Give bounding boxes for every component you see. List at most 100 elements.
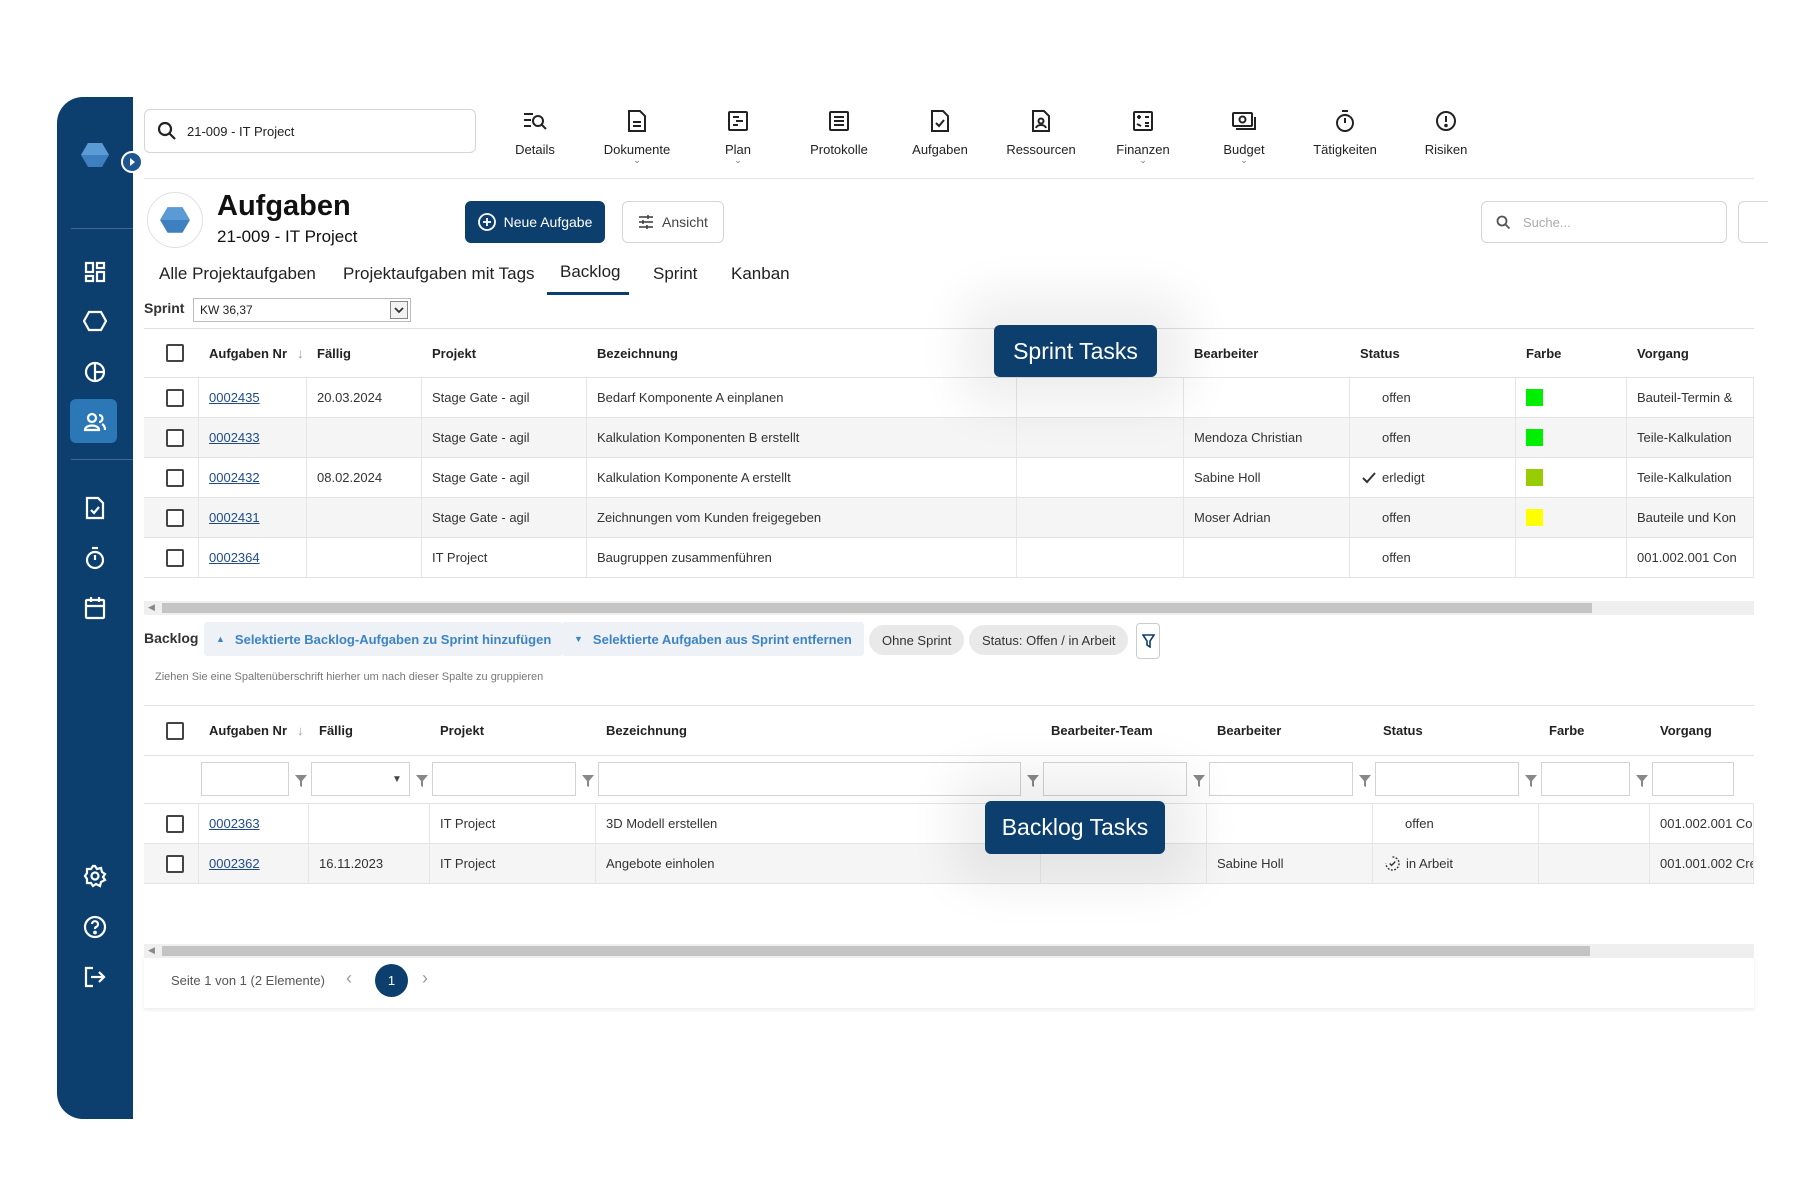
table-row[interactable]: 0002435 20.03.2024 Stage Gate - agil Bedarf…: [144, 378, 1754, 418]
task-number-link[interactable]: 0002432: [209, 470, 260, 485]
view-button[interactable]: Ansicht: [622, 201, 724, 243]
column-filter-input[interactable]: [1209, 762, 1353, 796]
column-header[interactable]: Bearbeiter: [1207, 706, 1373, 755]
topnav-item-aufgaben[interactable]: Aufgaben: [890, 108, 990, 157]
main-search-input[interactable]: [1523, 214, 1703, 230]
filter-icon[interactable]: [416, 774, 428, 787]
tab-backlog[interactable]: Backlog: [560, 262, 620, 282]
tab-all-tasks[interactable]: Alle Projektaufgaben: [159, 264, 316, 284]
column-header[interactable]: Vorgang: [1650, 706, 1754, 755]
topnav-item-plan[interactable]: Plan ⌄: [688, 108, 788, 165]
task-number-link[interactable]: 0002362: [209, 856, 260, 871]
column-header[interactable]: Fällig: [309, 706, 430, 755]
filter-icon[interactable]: [1525, 774, 1537, 787]
users-icon[interactable]: [79, 406, 111, 438]
column-header[interactable]: Farbe: [1539, 706, 1650, 755]
topnav-item-finanzen[interactable]: Finanzen ⌄: [1093, 108, 1193, 165]
task-file-icon[interactable]: [79, 492, 111, 524]
table-row[interactable]: 0002363 IT Project 3D Modell erstellen offe…: [144, 804, 1754, 844]
column-filter-input[interactable]: [1375, 762, 1519, 796]
column-header[interactable]: Bearbeiter-Team: [1041, 706, 1207, 755]
sort-down-icon[interactable]: ↓: [297, 346, 304, 361]
column-header[interactable]: Aufgaben Nr ↓: [199, 329, 307, 377]
filter-icon[interactable]: [1193, 774, 1205, 787]
column-header[interactable]: Aufgaben Nr ↓: [199, 706, 309, 755]
chevron-left-icon[interactable]: ‹: [346, 968, 352, 989]
scrollbar-thumb[interactable]: [162, 603, 1592, 613]
chevron-down-icon[interactable]: [390, 301, 408, 319]
column-header[interactable]: Fällig: [307, 329, 422, 377]
row-checkbox[interactable]: [166, 548, 184, 567]
topnav-item-protokolle[interactable]: Protokolle: [789, 108, 889, 157]
help-icon[interactable]: [79, 911, 111, 943]
settings-gear-icon[interactable]: [79, 860, 111, 892]
sprint-grid-scrollbar[interactable]: ◀: [144, 601, 1754, 615]
filter-icon[interactable]: [1359, 774, 1371, 787]
timer-icon[interactable]: [79, 542, 111, 574]
project-search-field[interactable]: 21-009 - IT Project: [144, 109, 476, 153]
table-row[interactable]: 0002364 IT Project Baugruppen zusammenführ…: [144, 538, 1754, 578]
column-filter-input[interactable]: [1541, 762, 1630, 796]
topnav-item-risiken[interactable]: Risiken: [1396, 108, 1496, 157]
row-checkbox[interactable]: [166, 854, 184, 873]
column-header[interactable]: Projekt: [422, 329, 587, 377]
column-header[interactable]: Bearbeiter: [1184, 329, 1350, 377]
table-row[interactable]: 0002362 16.11.2023 IT Project Angebote einh…: [144, 844, 1754, 884]
filter-icon[interactable]: [295, 774, 307, 787]
tab-sprint[interactable]: Sprint: [653, 264, 697, 284]
extra-toolbar-button[interactable]: [1738, 201, 1768, 243]
filter-icon[interactable]: [1027, 774, 1039, 787]
row-checkbox[interactable]: [166, 814, 184, 833]
filter-icon[interactable]: [582, 774, 594, 787]
app-logo-icon[interactable]: [79, 139, 111, 171]
column-filter-input[interactable]: [432, 762, 576, 796]
remove-from-sprint-button[interactable]: ▼ Selektierte Aufgaben aus Sprint entfer…: [562, 622, 864, 656]
portfolio-icon[interactable]: [79, 356, 111, 388]
topnav-item-dokumente[interactable]: Dokumente ⌄: [587, 108, 687, 165]
chip-status-filter[interactable]: Status: Offen / in Arbeit: [969, 625, 1129, 655]
chevron-right-icon[interactable]: ›: [422, 968, 428, 989]
pager-current-page[interactable]: 1: [375, 964, 408, 997]
chip-no-sprint[interactable]: Ohne Sprint: [869, 625, 965, 655]
column-header[interactable]: Farbe: [1516, 329, 1627, 377]
calendar-icon[interactable]: [79, 592, 111, 624]
main-search-field[interactable]: [1481, 201, 1727, 243]
column-header[interactable]: Vorgang: [1627, 329, 1754, 377]
column-filter-input[interactable]: [598, 762, 1021, 796]
select-all-checkbox[interactable]: [166, 721, 184, 740]
new-task-button[interactable]: Neue Aufgabe: [465, 201, 605, 243]
topnav-item-t-tigkeiten[interactable]: Tätigkeiten: [1295, 108, 1395, 157]
row-checkbox[interactable]: [166, 388, 184, 407]
column-filter-input[interactable]: [201, 762, 289, 796]
filter-toggle-button[interactable]: [1136, 623, 1160, 659]
topnav-item-budget[interactable]: Budget ⌄: [1194, 108, 1294, 165]
column-filter-input[interactable]: [1043, 762, 1187, 796]
column-header[interactable]: Projekt: [430, 706, 596, 755]
row-checkbox[interactable]: [166, 508, 184, 527]
scrollbar-thumb[interactable]: [162, 946, 1590, 956]
dashboard-icon[interactable]: [79, 256, 111, 288]
column-header[interactable]: Bezeichnung: [587, 329, 1017, 377]
scroll-left-icon[interactable]: ◀: [148, 945, 155, 956]
column-header[interactable]: Bezeichnung: [596, 706, 1041, 755]
row-checkbox[interactable]: [166, 468, 184, 487]
sprint-select[interactable]: KW 36,37: [193, 298, 411, 322]
task-number-link[interactable]: 0002364: [209, 550, 260, 565]
topnav-item-details[interactable]: Details: [485, 108, 585, 157]
row-checkbox[interactable]: [166, 428, 184, 447]
table-row[interactable]: 0002432 08.02.2024 Stage Gate - agil Kalkul…: [144, 458, 1754, 498]
column-header[interactable]: Status: [1373, 706, 1539, 755]
filter-icon[interactable]: [1636, 774, 1648, 787]
task-number-link[interactable]: 0002433: [209, 430, 260, 445]
task-number-link[interactable]: 0002363: [209, 816, 260, 831]
table-row[interactable]: 0002433 Stage Gate - agil Kalkulation Komp…: [144, 418, 1754, 458]
task-number-link[interactable]: 0002435: [209, 390, 260, 405]
add-to-sprint-button[interactable]: ▲ Selektierte Backlog-Aufgaben zu Sprint…: [204, 622, 564, 656]
column-header[interactable]: Status: [1350, 329, 1516, 377]
logout-icon[interactable]: [79, 961, 111, 993]
sort-down-icon[interactable]: ↓: [297, 723, 304, 738]
tab-kanban[interactable]: Kanban: [731, 264, 790, 284]
project-hexagon-icon[interactable]: [79, 305, 111, 337]
topnav-item-ressourcen[interactable]: Ressourcen: [991, 108, 1091, 157]
chevron-down-icon[interactable]: ▼: [392, 774, 402, 785]
